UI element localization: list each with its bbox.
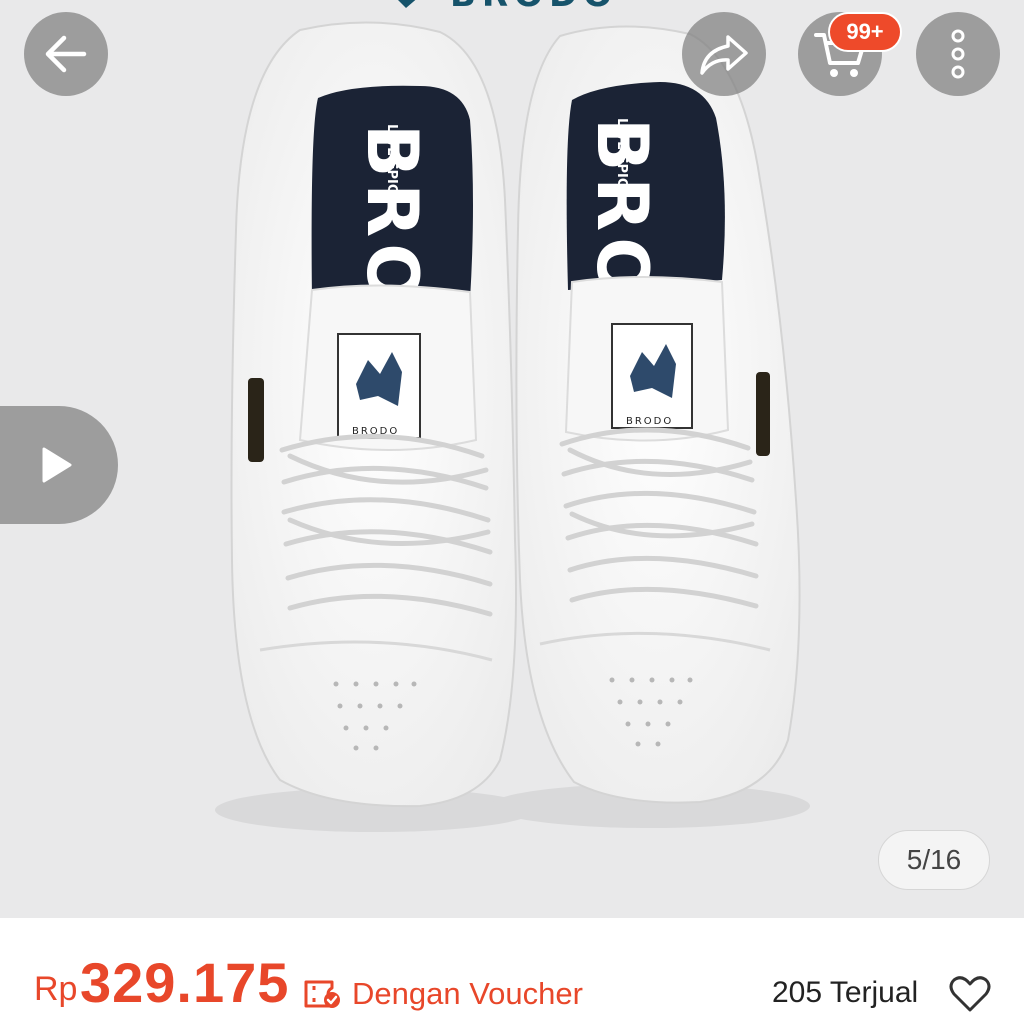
back-button[interactable] bbox=[24, 12, 108, 96]
right-shoe: LIVE EPIC BRO BRODO bbox=[490, 25, 810, 828]
left-shoe: LIVE EPIC BRO BRODO bbox=[215, 21, 535, 832]
share-button[interactable] bbox=[682, 12, 766, 96]
more-options-button[interactable] bbox=[916, 12, 1000, 96]
price-currency: Rp bbox=[34, 970, 78, 1008]
right-insole-logo: BRO bbox=[581, 118, 663, 303]
play-video-button[interactable] bbox=[0, 406, 118, 524]
vertical-dots-icon bbox=[951, 29, 965, 79]
product-image-gallery[interactable]: BRODO LIVE EPIC BRO BRODO bbox=[0, 0, 1024, 918]
right-tongue-tag: BRODO bbox=[626, 416, 673, 427]
play-icon bbox=[42, 447, 72, 483]
product-photo: LIVE EPIC BRO BRODO LIVE EPIC BRO BRODO bbox=[215, 21, 810, 832]
sold-count: 205 Terjual bbox=[772, 976, 919, 1009]
left-insole-logo: BRO bbox=[351, 124, 433, 309]
arrow-left-icon bbox=[45, 35, 87, 73]
product-price: 329.175 bbox=[80, 951, 290, 1014]
voucher-label: Dengan Voucher bbox=[352, 976, 583, 1011]
image-counter: 5/16 bbox=[878, 830, 990, 890]
cart-count-badge: 99+ bbox=[828, 12, 902, 52]
wishlist-button[interactable] bbox=[948, 974, 992, 1019]
voucher-ticket-icon bbox=[304, 980, 340, 1008]
share-arrow-icon bbox=[700, 35, 748, 75]
heart-outline-icon bbox=[949, 976, 991, 1012]
